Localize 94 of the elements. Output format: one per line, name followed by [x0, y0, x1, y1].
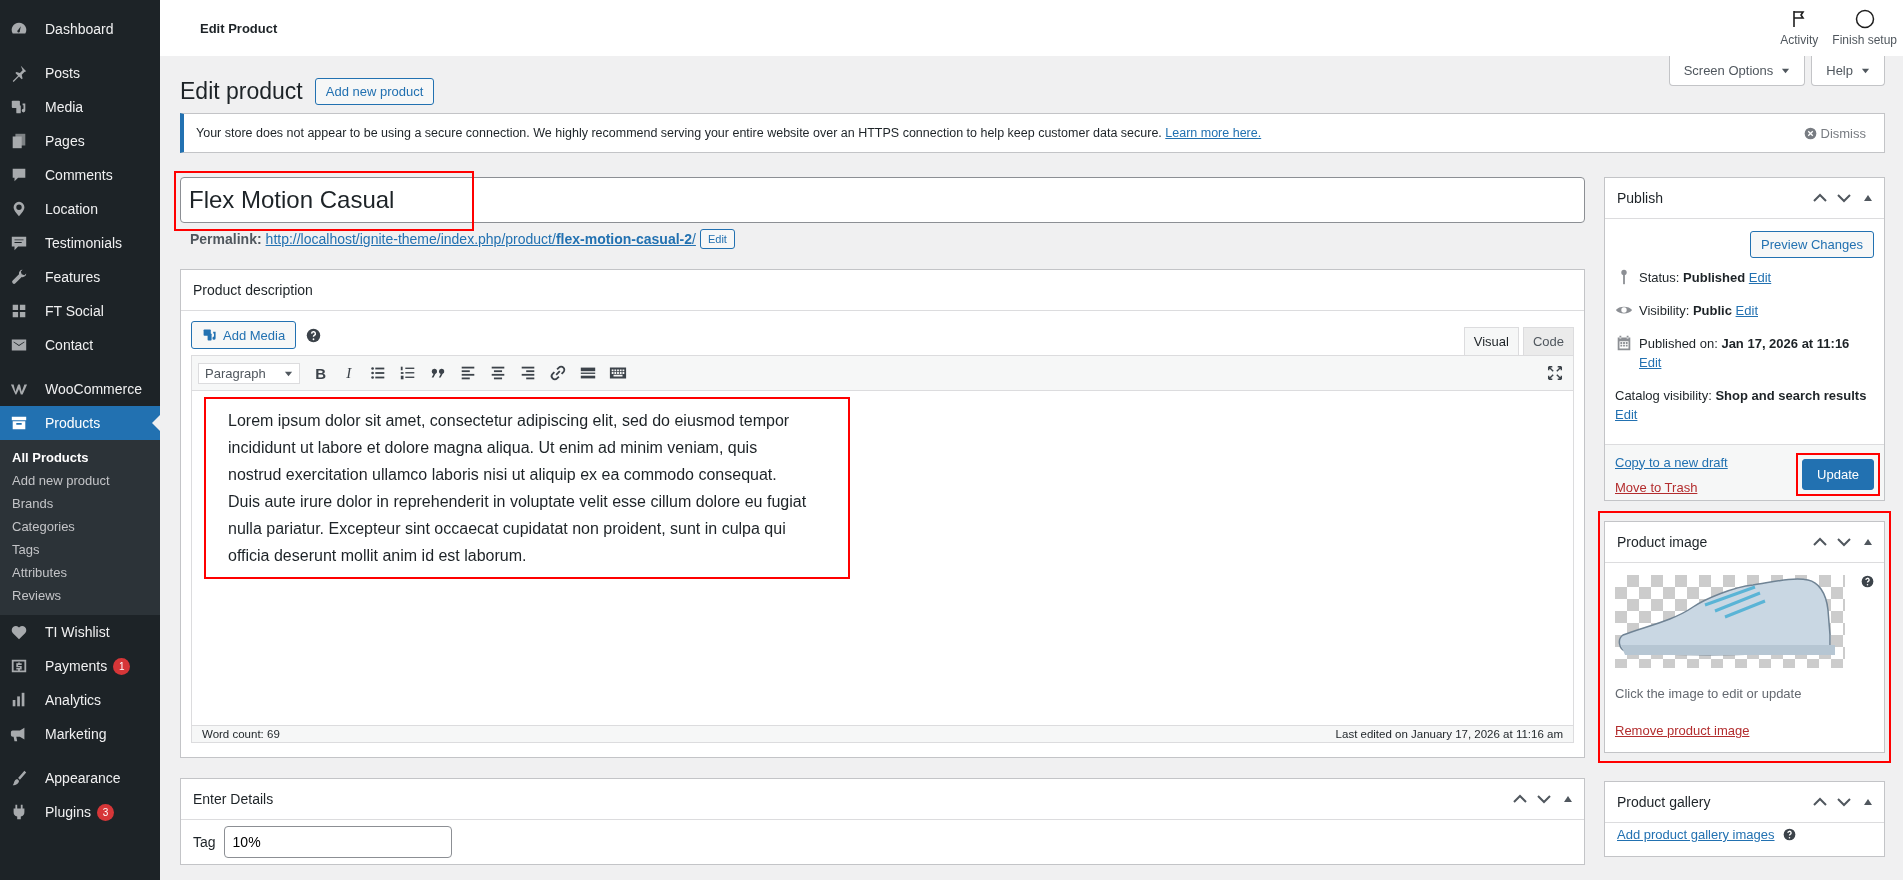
caret-icon — [1781, 66, 1791, 75]
sidebar-item[interactable]: Products — [0, 406, 160, 440]
panel-title: Product description — [181, 270, 1584, 311]
page-heading: Edit product — [180, 78, 303, 105]
sidebar-item[interactable]: Marketing — [0, 717, 160, 751]
publish-setting-text: Published on: Jan 17, 2026 at 11:16 Edit — [1639, 335, 1851, 372]
sidebar-item[interactable]: Testimonials — [0, 226, 160, 260]
link-icon[interactable] — [548, 364, 567, 382]
dollar-box-icon — [10, 657, 28, 675]
panel-title: Product gallery — [1616, 793, 1712, 812]
copy-draft-link[interactable]: Copy to a new draft — [1615, 454, 1728, 470]
sidebar-item[interactable]: FT Social — [0, 294, 160, 328]
pages-icon — [10, 132, 28, 150]
archive-box-icon — [10, 414, 28, 432]
count-badge: 3 — [96, 803, 114, 821]
help-icon[interactable] — [306, 328, 322, 343]
pushpin-icon — [10, 64, 28, 82]
sidebar-item[interactable]: Pages — [0, 124, 160, 158]
chat-lines-icon — [10, 234, 28, 252]
add-media-button[interactable]: Add Media — [191, 321, 297, 349]
sidebar-item[interactable]: Plugins 3 — [0, 795, 160, 829]
circle-icon — [1854, 9, 1875, 29]
sidebar-item[interactable]: WooCommerce — [0, 372, 160, 406]
top-bar-action[interactable]: Activity — [1780, 9, 1819, 47]
field-label: Tag — [193, 834, 216, 850]
format-dropdown[interactable]: Paragraph — [198, 362, 300, 384]
help-icon[interactable] — [1782, 828, 1796, 841]
sidebar-item[interactable]: Dashboard — [0, 12, 160, 46]
editor-tab[interactable]: Code — [1522, 327, 1574, 355]
screen-meta-tab[interactable]: Help — [1811, 56, 1885, 86]
last-edited-text: Last edited on January 17, 2026 at 11:16 am — [1335, 728, 1563, 740]
sidebar-item[interactable]: Contact — [0, 328, 160, 362]
close-icon — [1803, 126, 1817, 140]
brush-icon — [10, 769, 28, 787]
learn-more-link[interactable]: Learn more here. — [1165, 126, 1262, 140]
submenu-item[interactable]: Tags — [0, 538, 160, 561]
sidebar-item[interactable]: Comments — [0, 158, 160, 192]
calendar-icon — [1615, 334, 1633, 352]
permalink-label: Permalink: — [190, 231, 262, 247]
update-button[interactable]: Update — [1802, 459, 1874, 490]
add-new-product-button[interactable]: Add new product — [314, 78, 435, 105]
submenu-item[interactable]: Add new product — [0, 469, 160, 492]
edit-link[interactable]: Edit — [1735, 303, 1758, 318]
bold-button[interactable]: B — [309, 364, 332, 382]
submenu-item[interactable]: All Products — [0, 446, 160, 469]
word-count: Word count: 69 — [202, 728, 280, 740]
edit-link[interactable]: Edit — [1748, 270, 1772, 285]
italic-button[interactable]: I — [337, 364, 360, 382]
tag-input-field[interactable]: 10% — [223, 826, 452, 858]
panel-title: Product image — [1616, 533, 1709, 552]
media-icon — [10, 98, 28, 116]
submenu-item[interactable]: Reviews — [0, 584, 160, 607]
notice-text: Your store does not appear to be using a secure connection. We highly recommend serving your entire website over an HTTPS connection to help keep customer data secure. Learn more here. — [196, 126, 1262, 140]
submenu-item[interactable]: Categories — [0, 515, 160, 538]
sidebar-item[interactable]: TI Wishlist — [0, 615, 160, 649]
submenu-item[interactable]: Attributes — [0, 561, 160, 584]
product-title-field[interactable]: Flex Motion Casual — [180, 177, 1585, 223]
edit-link[interactable]: Edit — [1639, 355, 1662, 370]
top-bar-action[interactable]: Finish setup — [1832, 9, 1897, 47]
publish-setting-text: Status: Published Edit — [1639, 269, 1772, 287]
editor-tab[interactable]: Visual — [1463, 327, 1519, 355]
edit-permalink-button[interactable]: Edit — [699, 229, 735, 249]
caret-icon — [1861, 66, 1870, 75]
page-title: Edit Product — [200, 20, 278, 36]
sidebar-item[interactable]: Features — [0, 260, 160, 294]
bulleted-list-icon[interactable] — [368, 364, 387, 382]
description-text[interactable]: Lorem ipsum dolor sit amet, consectetur adipiscing elit, sed do eiusmod tempor incididunt ut labore et dolore magna aliqua. Ut enim ad minim veniam, quis nostrud exercitation ullamco laboris nisi ut aliquip ex ea commodo consequat. Duis aute irure dolor in reprehenderit in voluptate velit esse cillum dolore eu fugiat nulla pariatur. Excepteur sint occaecat cupidatat non proident, sunt in culpa qui officia deserunt mollit anim id est laborum. — [228, 407, 808, 569]
media-icon — [202, 327, 218, 343]
help-icon[interactable] — [1861, 575, 1874, 588]
screen-meta-tab[interactable]: Screen Options — [1668, 56, 1806, 86]
image-hint-text: Click the image to edit or update — [1615, 686, 1803, 701]
edit-link[interactable]: Edit — [1615, 407, 1638, 422]
heart-icon — [10, 623, 28, 641]
move-to-trash-link[interactable]: Move to Trash — [1615, 479, 1728, 495]
panel-title: Enter Details — [192, 790, 275, 809]
sidebar-item[interactable]: Posts — [0, 56, 160, 90]
submenu-item[interactable]: Brands — [0, 492, 160, 515]
publish-setting-text: Catalog visibility: Shop and search results Edit — [1615, 387, 1868, 424]
wrench-icon — [10, 268, 28, 286]
sidebar-item[interactable]: Media — [0, 90, 160, 124]
permalink-link[interactable]: http://localhost/ignite-theme/index.php/product/flex-motion-casual-2/ — [265, 231, 696, 247]
dismiss-button[interactable]: Dismiss — [1797, 124, 1872, 142]
sidebar-item[interactable]: Analytics — [0, 683, 160, 717]
count-badge: 1 — [113, 657, 131, 675]
remove-image-link[interactable]: Remove product image — [1615, 723, 1750, 738]
sidebar-item[interactable]: Payments 1 — [0, 649, 160, 683]
sidebar-item[interactable]: Location — [0, 192, 160, 226]
panel-title: Publish — [1616, 189, 1664, 208]
fullscreen-icon[interactable] — [1546, 364, 1564, 382]
numbered-list-icon[interactable] — [398, 364, 417, 382]
preview-changes-button[interactable]: Preview Changes — [1750, 231, 1874, 258]
publish-setting-text: Visibility: Public Edit — [1639, 302, 1758, 320]
add-gallery-images-link[interactable]: Add product gallery images — [1617, 827, 1775, 842]
sidebar-item[interactable]: Appearance — [0, 761, 160, 795]
